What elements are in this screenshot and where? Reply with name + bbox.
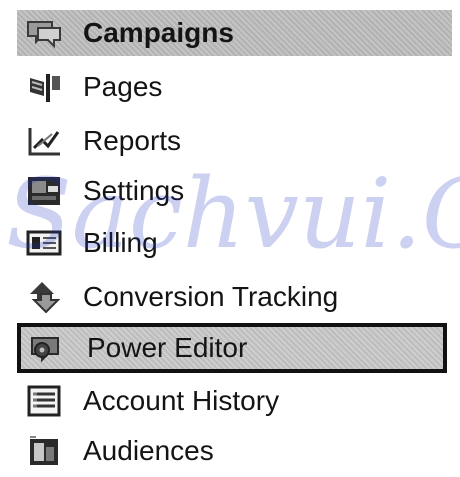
pages-flag-icon xyxy=(17,66,71,108)
menu-item-reports[interactable]: Reports xyxy=(17,118,452,164)
menu-item-billing[interactable]: Billing xyxy=(17,220,452,266)
reports-chart-icon xyxy=(17,120,71,162)
menu-item-settings[interactable]: Settings xyxy=(17,168,452,214)
menu-item-audiences[interactable]: Audiences xyxy=(17,428,452,474)
audiences-icon xyxy=(17,430,71,472)
menu-label-billing: Billing xyxy=(83,227,158,258)
menu-label-power-editor: Power Editor xyxy=(87,332,248,363)
ads-manager-menu: Campaigns Pages Reports Settings Billing… xyxy=(0,0,460,477)
menu-item-pages[interactable]: Pages xyxy=(17,64,452,110)
menu-label-reports: Reports xyxy=(83,125,182,156)
menu-label-campaigns: Campaigns xyxy=(83,17,234,48)
power-editor-icon xyxy=(21,327,75,369)
campaigns-icon xyxy=(17,12,71,54)
menu-label-account-history: Account History xyxy=(83,385,280,416)
billing-card-icon xyxy=(17,222,71,264)
menu-label-pages: Pages xyxy=(83,71,163,102)
menu-item-campaigns[interactable]: Campaigns xyxy=(17,10,452,56)
menu-item-conversion-tracking[interactable]: Conversion Tracking xyxy=(17,274,452,320)
menu-label-settings: Settings xyxy=(83,175,185,206)
menu-label-audiences: Audiences xyxy=(83,435,214,466)
conversion-tracking-icon xyxy=(17,276,71,318)
menu-label-conversion-tracking: Conversion Tracking xyxy=(83,281,339,312)
menu-item-power-editor[interactable]: Power Editor xyxy=(17,323,447,373)
menu-item-account-history[interactable]: Account History xyxy=(17,378,452,424)
settings-icon xyxy=(17,170,71,212)
account-history-icon xyxy=(17,380,71,422)
